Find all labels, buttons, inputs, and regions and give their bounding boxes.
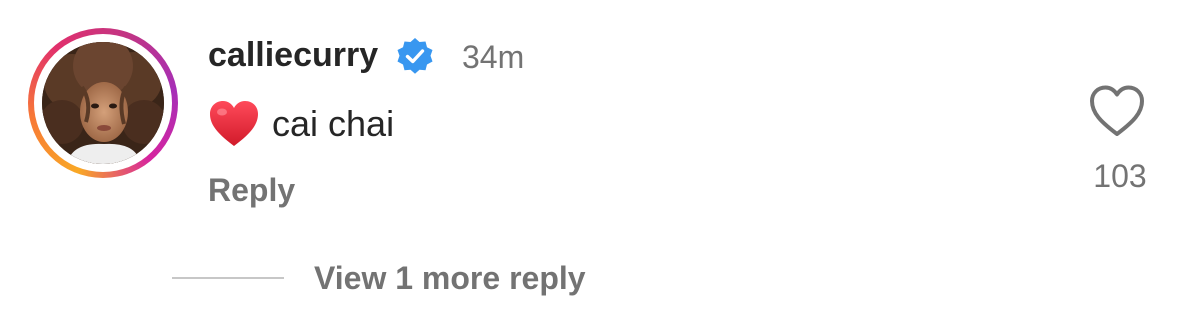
like-count: 103: [1093, 158, 1147, 194]
comment-item: calliecurry 34m cai chai Reply 103 View …: [0, 0, 1200, 320]
comment-text: cai chai: [272, 103, 395, 144]
red-heart-emoji-icon: [208, 100, 260, 148]
replies-divider: [172, 277, 284, 279]
avatar-ring-gap: [34, 34, 172, 172]
verified-badge-icon: [395, 36, 435, 76]
like-button[interactable]: [1088, 84, 1146, 138]
view-more-replies-button[interactable]: View 1 more reply: [314, 256, 586, 300]
comment-username[interactable]: calliecurry: [208, 33, 378, 77]
comment-timestamp: 34m: [462, 39, 525, 75]
reply-button[interactable]: Reply: [208, 168, 295, 212]
avatar[interactable]: [42, 42, 164, 164]
story-ring[interactable]: [28, 28, 178, 178]
avatar-photo: [42, 42, 164, 164]
heart-outline-icon: [1090, 85, 1144, 136]
